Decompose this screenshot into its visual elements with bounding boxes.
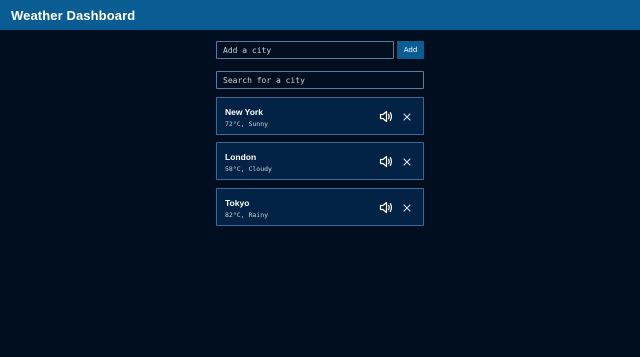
city-weather: 58°C, Cloudy <box>225 165 272 173</box>
city-name: London <box>225 152 257 162</box>
city-card-london: London 58°C, Cloudy <box>216 142 424 180</box>
city-weather: 82°C, Rainy <box>225 211 269 219</box>
search-city-input[interactable] <box>216 71 424 89</box>
city-card-new-york: New York 72°C, Sunny <box>216 97 424 135</box>
city-name: Tokyo <box>225 198 250 208</box>
speaker-icon[interactable] <box>379 155 393 168</box>
app-title: Weather Dashboard <box>11 7 136 23</box>
close-icon[interactable] <box>402 157 412 167</box>
add-city-button[interactable]: Add <box>397 41 424 59</box>
city-weather: 72°C, Sunny <box>225 120 269 128</box>
speaker-icon[interactable] <box>379 110 393 123</box>
city-card-tokyo: Tokyo 82°C, Rainy <box>216 188 424 226</box>
app-header: Weather Dashboard <box>0 0 640 30</box>
close-icon[interactable] <box>402 112 412 122</box>
close-icon[interactable] <box>402 203 412 213</box>
speaker-icon[interactable] <box>379 201 393 214</box>
add-city-input[interactable] <box>216 41 394 59</box>
city-name: New York <box>225 107 263 117</box>
